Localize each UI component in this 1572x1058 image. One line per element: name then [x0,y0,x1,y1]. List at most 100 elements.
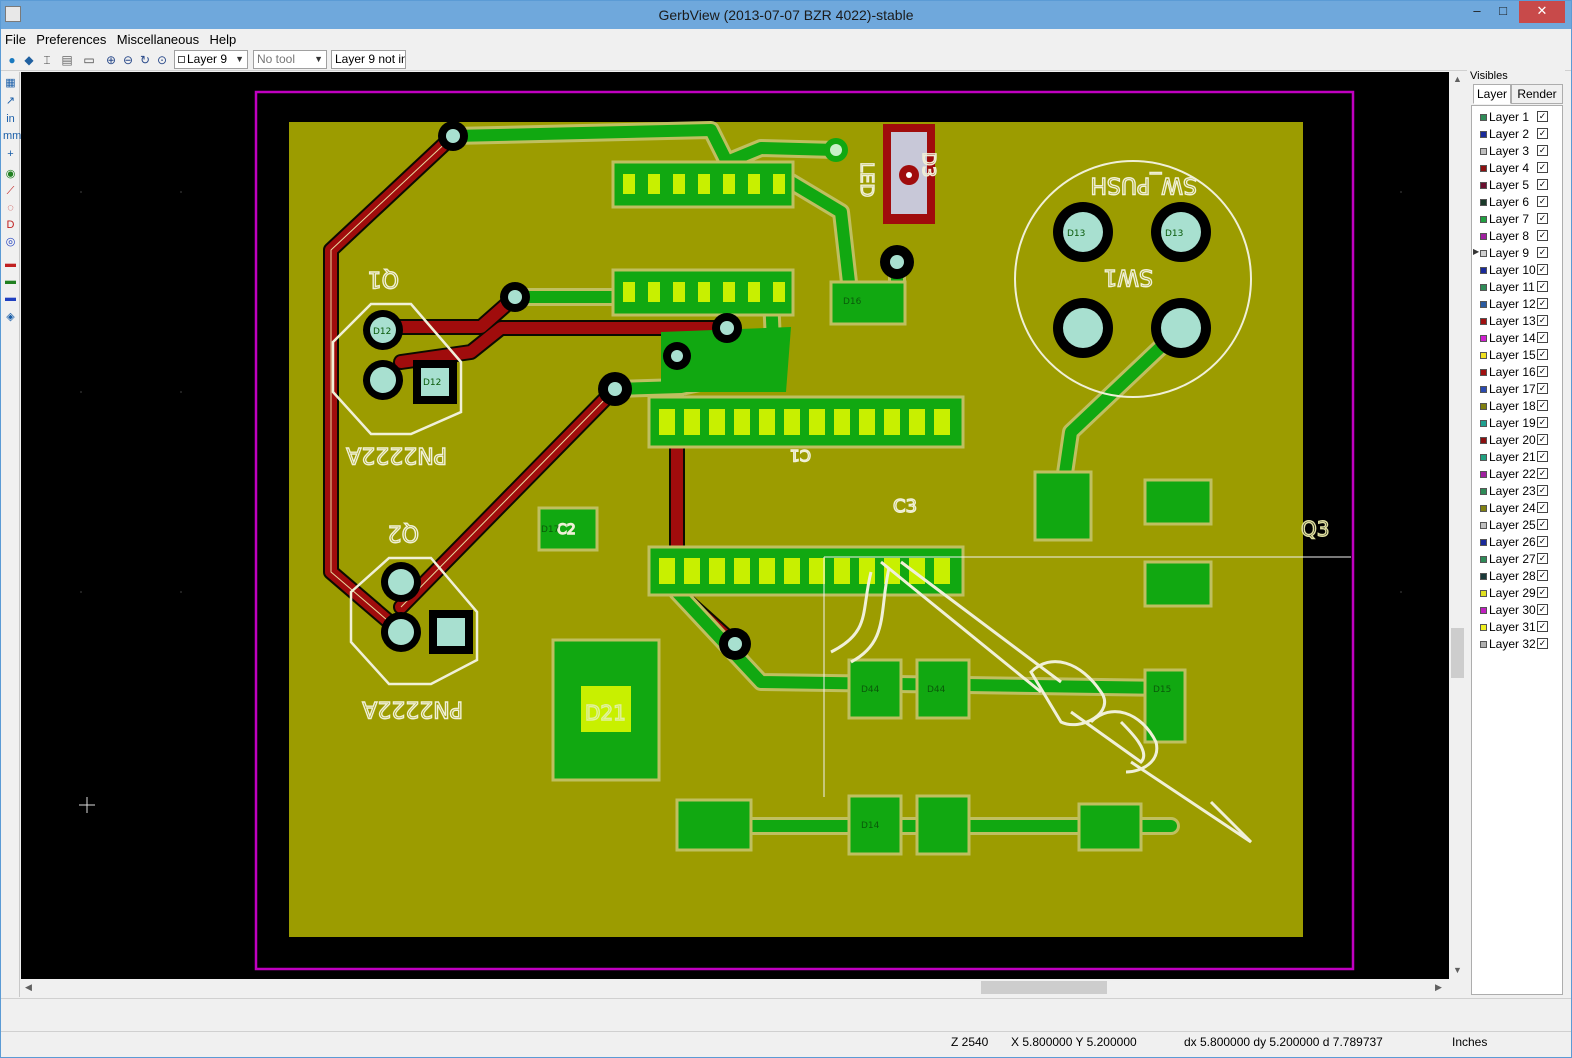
layer-row[interactable]: Layer 24 ✓ [1472,500,1562,517]
layer-visible-checkbox[interactable]: ✓ [1537,264,1548,275]
zoom-fit-icon[interactable]: ⊙ [154,52,170,68]
layers-mode-icon[interactable]: ▬ [3,257,18,271]
layer-visible-checkbox[interactable]: ✓ [1537,281,1548,292]
layer-color-swatch[interactable] [1480,624,1487,631]
layer-visible-checkbox[interactable]: ✓ [1537,179,1548,190]
layer-row[interactable]: Layer 13 ✓ [1472,313,1562,330]
layer-select[interactable]: Layer 9 ▼ [174,50,248,69]
layer-visible-checkbox[interactable]: ✓ [1537,315,1548,326]
layer-visible-checkbox[interactable]: ✓ [1537,196,1548,207]
menu-file[interactable]: File [1,29,29,47]
layer-row[interactable]: Layer 12 ✓ [1472,296,1562,313]
close-button[interactable]: ✕ [1519,1,1565,23]
layer-color-swatch[interactable] [1480,250,1487,257]
tab-layer[interactable]: Layer [1473,84,1511,104]
layer-row[interactable]: Layer 14 ✓ [1472,330,1562,347]
layer-visible-checkbox[interactable]: ✓ [1537,502,1548,513]
layer-visible-checkbox[interactable]: ✓ [1537,383,1548,394]
layer-visible-checkbox[interactable]: ✓ [1537,128,1548,139]
layer-visible-checkbox[interactable]: ✓ [1537,434,1548,445]
layer-row[interactable]: Layer 7 ✓ [1472,211,1562,228]
layer-color-swatch[interactable] [1480,420,1487,427]
layer-row[interactable]: Layer 2 ✓ [1472,126,1562,143]
stacked-mode-icon[interactable]: ▬ [3,274,18,288]
layer-visible-checkbox[interactable]: ✓ [1537,621,1548,632]
layer-visible-checkbox[interactable]: ✓ [1537,468,1548,479]
horizontal-scrollbar[interactable]: ◀ ▶ [21,979,1449,996]
flashed-sketch-icon[interactable]: ◉ [3,167,18,181]
layer-row[interactable]: Layer 31 ✓ [1472,619,1562,636]
layer-visible-checkbox[interactable]: ✓ [1537,111,1548,122]
layer-color-swatch[interactable] [1480,556,1487,563]
tab-render[interactable]: Render [1511,84,1563,104]
menu-help[interactable]: Help [205,29,239,47]
layer-row[interactable]: Layer 21 ✓ [1472,449,1562,466]
layer-row[interactable]: Layer 10 ✓ [1472,262,1562,279]
units-mm-icon[interactable]: mm [3,129,21,143]
layer-visible-checkbox[interactable]: ✓ [1537,604,1548,615]
zoom-out-icon[interactable]: ⊖ [120,52,136,68]
layer-visible-checkbox[interactable]: ✓ [1537,162,1548,173]
layer-color-swatch[interactable] [1480,505,1487,512]
layer-color-swatch[interactable] [1480,318,1487,325]
layer-row[interactable]: Layer 22 ✓ [1472,466,1562,483]
layer-visible-checkbox[interactable]: ✓ [1537,298,1548,309]
layer-row[interactable]: Layer 29 ✓ [1472,585,1562,602]
layer-color-swatch[interactable] [1480,267,1487,274]
tool-select[interactable]: No tool ▼ [253,50,327,69]
layer-row[interactable]: Layer 11 ✓ [1472,279,1562,296]
layer-row[interactable]: Layer 17 ✓ [1472,381,1562,398]
drawing-canvas[interactable]: SW_PUSH SW1 Q1 PN2222A Q2 PN2222A LED D3… [21,72,1449,979]
layer-row[interactable]: Layer 28 ✓ [1472,568,1562,585]
layer-color-swatch[interactable] [1480,641,1487,648]
lines-sketch-icon[interactable]: ⟋ [3,184,18,198]
layer-color-swatch[interactable] [1480,454,1487,461]
layer-color-swatch[interactable] [1480,284,1487,291]
layer-visible-checkbox[interactable]: ✓ [1537,638,1548,649]
maximize-button[interactable]: □ [1489,1,1517,23]
polygon-sketch-icon[interactable]: ◌ [3,201,18,215]
layer-row[interactable]: Layer 5 ✓ [1472,177,1562,194]
layer-row[interactable]: ▶ Layer 9 ✓ [1472,245,1562,262]
layer-visible-checkbox[interactable]: ✓ [1537,536,1548,547]
scroll-left-icon[interactable]: ◀ [25,982,32,993]
layer-color-swatch[interactable] [1480,437,1487,444]
layer-color-swatch[interactable] [1480,539,1487,546]
layer-color-swatch[interactable] [1480,335,1487,342]
units-inch-icon[interactable]: in [3,112,18,126]
layer-visible-checkbox[interactable]: ✓ [1537,451,1548,462]
layer-color-swatch[interactable] [1480,114,1487,121]
scroll-down-icon[interactable]: ▼ [1453,965,1462,975]
layer-row[interactable]: Layer 19 ✓ [1472,415,1562,432]
grid-icon[interactable]: ▦ [3,76,18,90]
layer-row[interactable]: Layer 4 ✓ [1472,160,1562,177]
vertical-scrollbar[interactable]: ▲ ▼ [1449,72,1466,979]
layer-color-swatch[interactable] [1480,352,1487,359]
layer-visible-checkbox[interactable]: ✓ [1537,332,1548,343]
layer-color-swatch[interactable] [1480,216,1487,223]
layer-color-swatch[interactable] [1480,573,1487,580]
layer-row[interactable]: Layer 8 ✓ [1472,228,1562,245]
layer-visible-checkbox[interactable]: ✓ [1537,485,1548,496]
layer-color-swatch[interactable] [1480,165,1487,172]
layers-manager-icon[interactable]: ◈ [3,310,18,324]
layer-color-swatch[interactable] [1480,488,1487,495]
cursor-shape-icon[interactable]: + [3,147,18,161]
redraw-icon[interactable]: ↻ [137,52,153,68]
page-settings-icon[interactable]: ▤ [59,52,75,68]
layer-row[interactable]: Layer 3 ✓ [1472,143,1562,160]
load-gerber-icon[interactable]: ◆ [21,52,37,68]
layer-row[interactable]: Layer 15 ✓ [1472,347,1562,364]
transparency-mode-icon[interactable]: ▬ [3,291,18,305]
minimize-button[interactable]: – [1463,1,1491,23]
layer-row[interactable]: Layer 27 ✓ [1472,551,1562,568]
layer-color-swatch[interactable] [1480,199,1487,206]
zoom-in-icon[interactable]: ⊕ [103,52,119,68]
load-drill-icon[interactable]: ⌶ [39,52,55,68]
layer-visible-checkbox[interactable]: ✓ [1537,145,1548,156]
vertical-scroll-thumb[interactable] [1451,628,1464,678]
layer-color-swatch[interactable] [1480,148,1487,155]
layer-color-swatch[interactable] [1480,471,1487,478]
layer-row[interactable]: Layer 6 ✓ [1472,194,1562,211]
negative-objects-icon[interactable]: ◎ [3,235,18,249]
